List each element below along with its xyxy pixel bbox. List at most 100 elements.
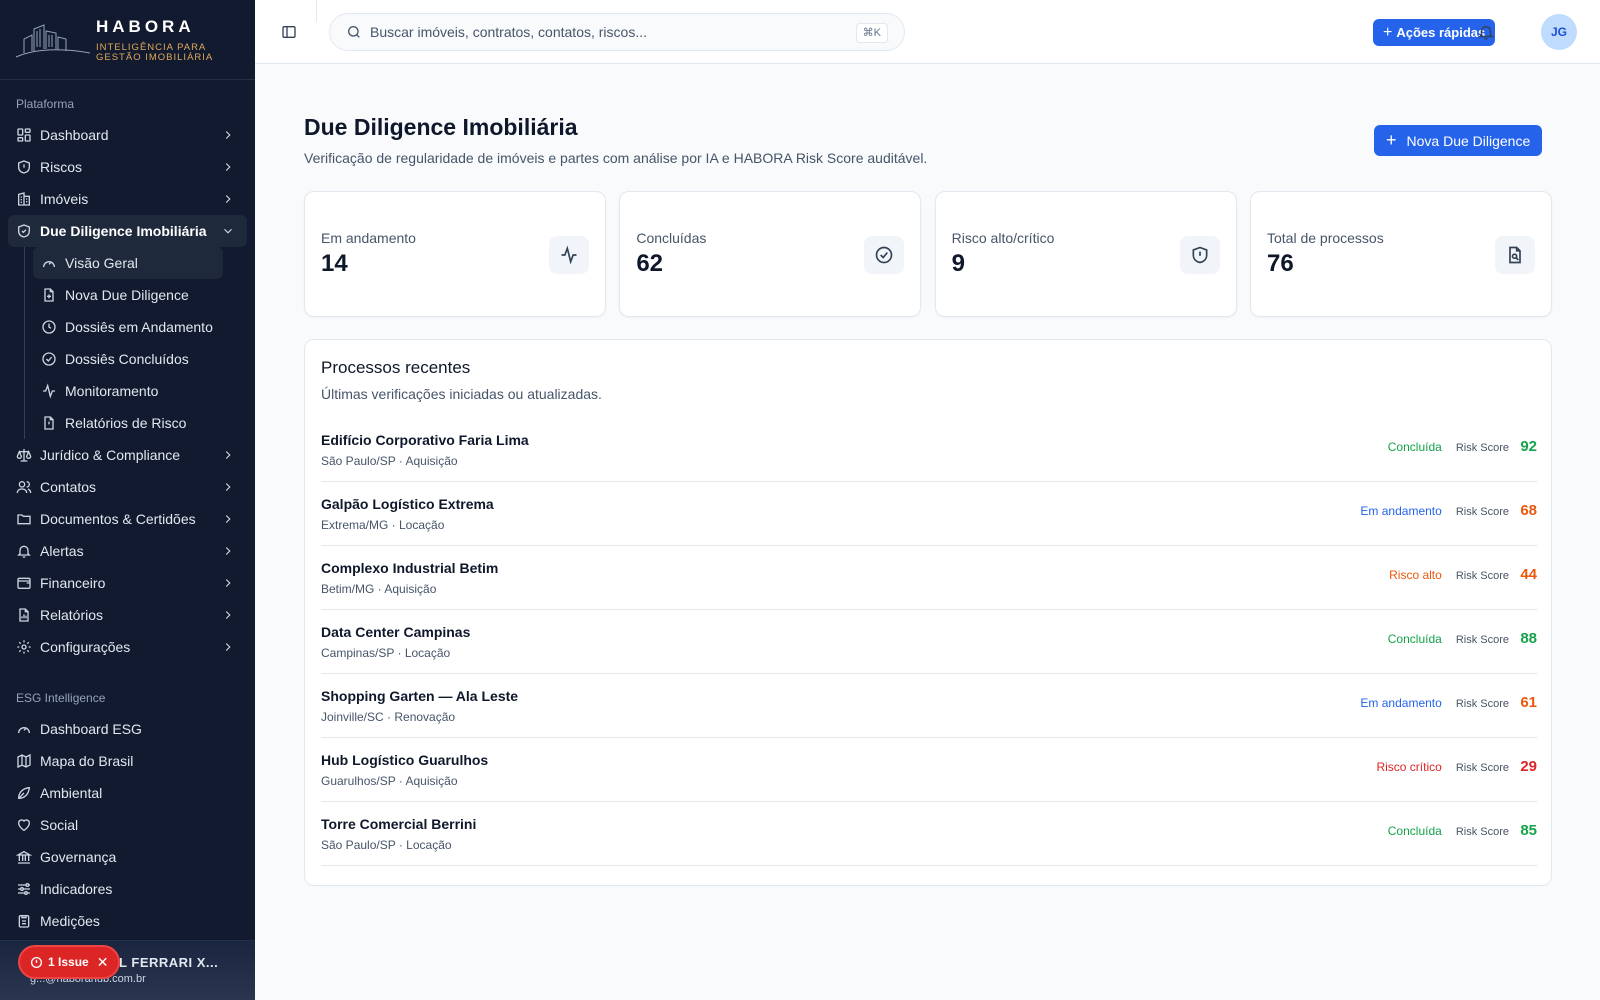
- chevron-right-icon: [225, 451, 231, 459]
- process-name: Shopping Garten — Ala Leste: [321, 688, 519, 704]
- leaf-icon: [16, 785, 32, 801]
- sidebar-item-label: Contatos: [40, 479, 97, 495]
- list-item[interactable]: Edifício Corporativo Faria Lima São Paul…: [321, 418, 1537, 482]
- sidebar-subitem-dossies-concluidos[interactable]: Dossiês Concluídos: [33, 343, 223, 375]
- list-item[interactable]: Complexo Industrial Betim Betim/MG · Aqu…: [321, 546, 1537, 610]
- sidebar-item-social[interactable]: Social: [0, 809, 255, 841]
- search-shortcut: ⌘K: [855, 23, 888, 43]
- risk-score-label: Risk Score: [1455, 634, 1509, 646]
- risk-score-value: 61: [1520, 694, 1537, 711]
- sidebar-subitem-nova-due-diligence[interactable]: Nova Due Diligence: [33, 279, 223, 311]
- sidebar-subitem-monitoramento[interactable]: Monitoramento: [33, 375, 223, 407]
- sidebar-toggle-icon[interactable]: [281, 24, 297, 40]
- brand-tagline: INTELIGÊNCIA PARA GESTÃO IMOBILIÁRIA: [96, 41, 214, 63]
- file-plus-icon: [44, 288, 54, 302]
- process-list: Edifício Corporativo Faria Lima São Paul…: [321, 418, 1537, 866]
- topbar: ⌘K + Ações rápidas JG: [255, 0, 1600, 64]
- clock-icon: [42, 320, 56, 334]
- sidebar-item-alertas[interactable]: Alertas: [0, 535, 255, 567]
- process-name: Data Center Campinas: [321, 624, 471, 640]
- sidebar-item-financeiro[interactable]: Financeiro: [0, 567, 255, 599]
- sidebar-item-documentos[interactable]: Documentos & Certidões: [0, 503, 255, 535]
- clipboard-icon: [16, 913, 32, 929]
- list-item[interactable]: Shopping Garten — Ala Leste Joinville/SC…: [321, 674, 1537, 738]
- status-badge: Concluída: [1387, 440, 1442, 454]
- plus-icon: +: [1383, 23, 1393, 41]
- chevron-right-icon: [225, 483, 231, 491]
- bell-icon[interactable]: [1477, 23, 1495, 41]
- shield-icon: [16, 159, 32, 175]
- status-badge: Concluída: [1387, 824, 1442, 838]
- list-item[interactable]: Data Center Campinas Campinas/SP · Locaç…: [321, 610, 1537, 674]
- brand[interactable]: HABORA INTELIGÊNCIA PARA GESTÃO IMOBILIÁ…: [0, 0, 255, 80]
- status-badge: Risco crítico: [1376, 760, 1442, 774]
- list-item[interactable]: Galpão Logístico Extrema Extrema/MG · Lo…: [321, 482, 1537, 546]
- process-meta: Campinas/SP · Locação: [321, 646, 451, 660]
- due-diligence-submenu: Visão Geral Nova Due Diligence Dossiês e…: [24, 247, 255, 439]
- new-due-diligence-button[interactable]: + Nova Due Diligence: [1374, 125, 1543, 156]
- process-meta: Guarulhos/SP · Aquisição: [321, 774, 458, 788]
- gear-icon: [16, 639, 32, 655]
- issue-badge[interactable]: 1 Issue ✕: [20, 947, 119, 977]
- sidebar-item-label: Configurações: [40, 639, 131, 655]
- sidebar-item-label: Alertas: [40, 543, 84, 559]
- activity-icon: [43, 383, 55, 399]
- sidebar: HABORA INTELIGÊNCIA PARA GESTÃO IMOBILIÁ…: [0, 0, 255, 1000]
- shield-alert-icon: [1192, 246, 1208, 264]
- sidebar-subitem-visao-geral[interactable]: Visão Geral: [33, 247, 223, 279]
- building-icon: [16, 191, 32, 207]
- sidebar-item-relatorios[interactable]: Relatórios: [0, 599, 255, 631]
- risk-score-value: 29: [1520, 758, 1537, 775]
- process-meta: Joinville/SC · Renovação: [321, 710, 456, 724]
- sidebar-item-configuracoes[interactable]: Configurações: [0, 631, 255, 663]
- status-badge: Risco alto: [1389, 568, 1442, 582]
- search-input[interactable]: [370, 24, 840, 40]
- brand-name: HABORA: [96, 16, 195, 36]
- sidebar-item-indicadores[interactable]: Indicadores: [0, 873, 255, 905]
- user-profile[interactable]: BRIEL FERRARI X... g...@haborahub.com.br…: [0, 940, 255, 1000]
- chevron-right-icon: [225, 547, 231, 555]
- stat-card-concluidas: Concluídas 62: [619, 191, 922, 317]
- sidebar-item-label: Imóveis: [40, 191, 89, 207]
- sidebar-item-mapa-brasil[interactable]: Mapa do Brasil: [0, 745, 255, 777]
- sidebar-item-medicoes[interactable]: Medições: [0, 905, 255, 937]
- sidebar-item-label: Riscos: [40, 159, 83, 175]
- sidebar-subitem-relatorios-risco[interactable]: Relatórios de Risco: [33, 407, 223, 439]
- sidebar-item-label: Jurídico & Compliance: [40, 447, 181, 463]
- process-meta: Betim/MG · Aquisição: [321, 582, 437, 596]
- sidebar-item-label: Medições: [40, 913, 100, 929]
- chevron-right-icon: [225, 579, 231, 587]
- recent-processes-card: Processos recentes Últimas verificações …: [304, 339, 1552, 886]
- sidebar-item-dashboard[interactable]: Dashboard: [0, 119, 255, 151]
- sidebar-item-contatos[interactable]: Contatos: [0, 471, 255, 503]
- city-skyline-logo-icon: [15, 23, 91, 57]
- sidebar-subitem-dossies-andamento[interactable]: Dossiês em Andamento: [33, 311, 223, 343]
- risk-score-value: 88: [1520, 630, 1537, 647]
- sidebar-item-label: Due Diligence Imobiliária: [40, 223, 207, 239]
- bell-icon: [16, 543, 32, 559]
- sidebar-item-juridico[interactable]: Jurídico & Compliance: [0, 439, 255, 471]
- chevron-right-icon: [225, 643, 231, 651]
- section-label-platform: Plataforma: [16, 97, 75, 111]
- close-icon[interactable]: ✕: [97, 954, 109, 971]
- page-subtitle: Verificação de regularidade de imóveis e…: [304, 150, 928, 166]
- sidebar-item-governanca[interactable]: Governança: [0, 841, 255, 873]
- process-name: Hub Logístico Guarulhos: [321, 752, 489, 768]
- stat-value: 62: [636, 250, 664, 277]
- search-bar[interactable]: ⌘K: [329, 13, 905, 51]
- risk-score-value: 85: [1520, 822, 1537, 839]
- chevron-right-icon: [225, 131, 231, 139]
- process-name: Edifício Corporativo Faria Lima: [321, 432, 529, 448]
- chevron-right-icon: [225, 195, 231, 203]
- stat-label: Concluídas: [636, 230, 707, 246]
- plus-icon: +: [1386, 130, 1397, 150]
- sidebar-item-ambiental[interactable]: Ambiental: [0, 777, 255, 809]
- list-item[interactable]: Hub Logístico Guarulhos Guarulhos/SP · A…: [321, 738, 1537, 802]
- sidebar-item-due-diligence[interactable]: Due Diligence Imobiliária: [8, 215, 247, 247]
- sidebar-item-dashboard-esg[interactable]: Dashboard ESG: [0, 713, 255, 745]
- users-icon: [16, 479, 32, 495]
- avatar[interactable]: JG: [1541, 14, 1577, 50]
- sidebar-item-imoveis[interactable]: Imóveis: [0, 183, 255, 215]
- list-item[interactable]: Torre Comercial Berrini São Paulo/SP · L…: [321, 802, 1537, 866]
- sidebar-item-riscos[interactable]: Riscos: [0, 151, 255, 183]
